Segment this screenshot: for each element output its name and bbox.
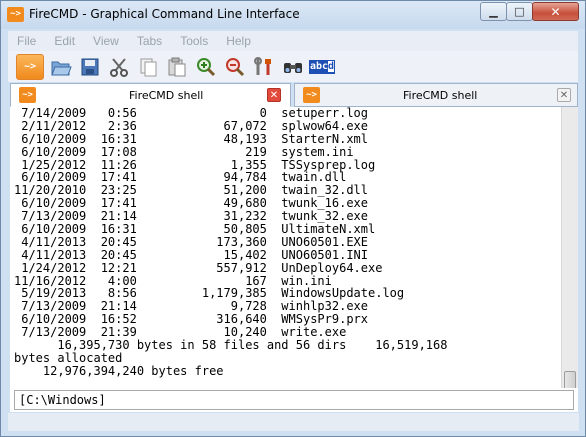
menu-tools[interactable]: Tools bbox=[171, 34, 217, 48]
minimize-button[interactable]: ▁ bbox=[480, 2, 507, 21]
zoom-out-icon bbox=[226, 57, 245, 76]
shell-icon: ~> bbox=[19, 87, 36, 103]
zoom-in-button[interactable] bbox=[194, 55, 218, 79]
minimize-icon: ▁ bbox=[489, 5, 498, 18]
status-bar bbox=[8, 413, 579, 431]
copy-button[interactable] bbox=[136, 55, 160, 79]
command-area: [C:\Windows] bbox=[10, 388, 578, 412]
zoom-in-icon bbox=[197, 57, 216, 76]
console-scrollbar[interactable] bbox=[561, 107, 578, 411]
app-icon: ~> bbox=[7, 7, 24, 22]
tab-close-button[interactable]: ✕ bbox=[557, 88, 571, 102]
console-line: 1/24/2012 12:21 557,912 UnDeploy64.exe bbox=[14, 260, 383, 275]
maximize-button[interactable]: □ bbox=[506, 2, 533, 21]
main-window: ~> FireCMD - Graphical Command Line Inte… bbox=[0, 0, 586, 437]
menu-file[interactable]: File bbox=[8, 34, 45, 48]
menu-edit[interactable]: Edit bbox=[45, 34, 84, 48]
console-line: 6/10/2009 16:31 50,805 UltimateN.xml bbox=[14, 222, 376, 237]
console-line: 6/10/2009 16:31 48,193 StarterN.xml bbox=[14, 131, 369, 146]
settings-button[interactable] bbox=[252, 55, 276, 79]
save-icon bbox=[81, 58, 99, 75]
tab-shell-1[interactable]: ~> FireCMD shell ✕ bbox=[10, 83, 291, 107]
console-line: 16,395,730 bytes in 58 files and 56 dirs… bbox=[14, 338, 448, 353]
close-icon: ✕ bbox=[550, 4, 561, 19]
cut-icon bbox=[110, 57, 128, 77]
paste-icon bbox=[168, 57, 186, 76]
text-style-highlight: d bbox=[328, 60, 335, 72]
tab-shell-2[interactable]: ~> FireCMD shell ✕ bbox=[294, 83, 578, 107]
menu-help[interactable]: Help bbox=[217, 34, 260, 48]
console-output[interactable]: 7/14/2009 0:56 0 setuperr.log 2/11/2012 … bbox=[10, 107, 561, 411]
console-line: 4/11/2013 20:45 15,402 UNO60501.INI bbox=[14, 247, 369, 262]
window-title: FireCMD - Graphical Command Line Interfa… bbox=[29, 7, 300, 21]
shell-icon: ~> bbox=[303, 87, 320, 103]
tab-label: FireCMD shell bbox=[129, 89, 204, 102]
text-style-button[interactable]: abcd bbox=[308, 55, 336, 79]
find-button[interactable] bbox=[281, 55, 305, 79]
toolbar: ~> abcd bbox=[8, 51, 578, 82]
menu-bar: File Edit View Tabs Tools Help bbox=[8, 31, 578, 51]
new-shell-icon: ~> bbox=[23, 61, 37, 72]
open-folder-icon bbox=[51, 61, 72, 75]
tab-close-button[interactable]: ✕ bbox=[267, 88, 281, 102]
tab-strip: ~> FireCMD shell ✕ ~> FireCMD shell ✕ bbox=[8, 83, 579, 107]
text-style-label: abc bbox=[309, 60, 329, 72]
zoom-out-button[interactable] bbox=[223, 55, 247, 79]
menu-view[interactable]: View bbox=[84, 34, 128, 48]
console-line: 2/11/2012 2:36 67,072 splwow64.exe bbox=[14, 118, 369, 133]
find-icon bbox=[284, 62, 302, 73]
console-line: 6/10/2009 17:08 219 system.ini bbox=[14, 144, 354, 159]
console-line: 7/14/2009 0:56 0 setuperr.log bbox=[14, 107, 369, 120]
command-input[interactable]: [C:\Windows] bbox=[14, 390, 574, 410]
menu-tabs[interactable]: Tabs bbox=[128, 34, 171, 48]
title-bar[interactable]: ~> FireCMD - Graphical Command Line Inte… bbox=[1, 1, 585, 29]
cut-button[interactable] bbox=[107, 55, 131, 79]
tab-label: FireCMD shell bbox=[403, 89, 478, 102]
console-line: 4/11/2013 20:45 173,360 UNO60501.EXE bbox=[14, 234, 369, 249]
new-shell-button[interactable]: ~> bbox=[16, 53, 44, 80]
copy-icon bbox=[140, 58, 157, 76]
open-button[interactable] bbox=[49, 55, 73, 79]
text-style-icon: abcd bbox=[308, 59, 336, 74]
paste-button[interactable] bbox=[165, 55, 189, 79]
close-button[interactable]: ✕ bbox=[532, 2, 579, 21]
console-line: bytes allocated bbox=[14, 350, 123, 365]
settings-icon bbox=[254, 56, 271, 75]
maximize-icon: □ bbox=[514, 5, 525, 18]
save-button[interactable] bbox=[78, 55, 102, 79]
console-line: 12,976,394,240 bytes free bbox=[14, 363, 224, 378]
